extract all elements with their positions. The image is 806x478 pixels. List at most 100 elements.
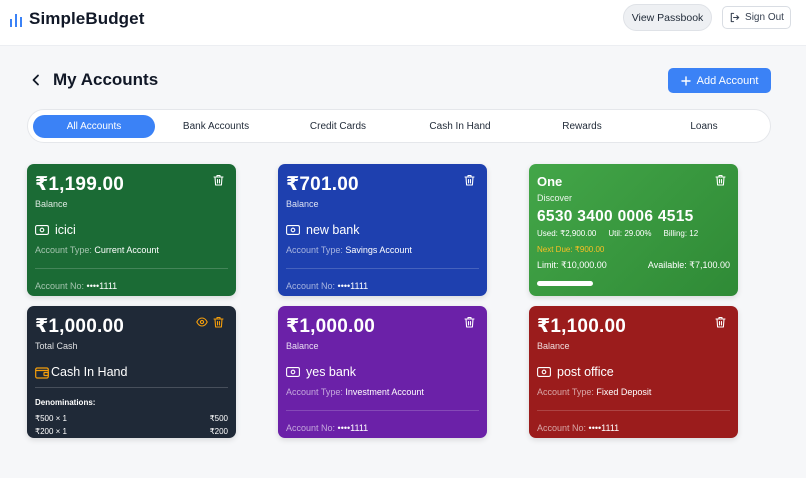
divider <box>286 268 479 269</box>
card-title: One <box>537 174 563 189</box>
account-type-key: Account Type: <box>286 387 343 397</box>
account-name: post office <box>557 365 614 379</box>
add-account-label: Add Account <box>696 74 759 87</box>
account-type-key: Account Type: <box>35 245 92 255</box>
account-type: Account Type: Current Account <box>35 245 159 255</box>
utilization-bar <box>537 281 593 286</box>
account-no-value: ••••1111 <box>337 281 369 291</box>
card-meta: Used: ₹2,900.00 Util: 29.00% Billing: 12 <box>537 229 698 238</box>
banknote-icon <box>286 367 300 377</box>
used-amount: Used: ₹2,900.00 <box>537 229 597 238</box>
account-no-value: ••••1111 <box>588 423 620 433</box>
tab-cash-in-hand[interactable]: Cash In Hand <box>399 115 521 138</box>
account-card-icici[interactable]: ₹1,199.00 Balance icici Account Type: Cu… <box>27 164 236 296</box>
account-balance: ₹1,199.00 <box>35 174 124 195</box>
banknote-icon <box>537 367 551 377</box>
account-no-key: Account No: <box>35 281 85 291</box>
account-balance: ₹1,000.00 <box>286 316 375 337</box>
chevron-left-icon[interactable] <box>28 72 44 88</box>
account-type-key: Account Type: <box>286 245 343 255</box>
account-no-value: ••••1111 <box>337 423 369 433</box>
account-name-row: new bank <box>286 223 360 237</box>
tab-credit-cards[interactable]: Credit Cards <box>277 115 399 138</box>
account-number: Account No: ••••1111 <box>286 423 368 433</box>
account-no-key: Account No: <box>537 423 587 433</box>
trash-icon[interactable] <box>213 174 224 186</box>
denomination-total: ₹200 <box>209 427 228 436</box>
tab-loans[interactable]: Loans <box>643 115 765 138</box>
banknote-icon <box>35 225 49 235</box>
account-type-value: Fixed Deposit <box>596 387 652 397</box>
page-title: My Accounts <box>53 70 159 89</box>
account-name-row: icici <box>35 223 76 237</box>
sign-out-label: Sign Out <box>745 12 784 23</box>
account-balance: ₹1,100.00 <box>537 316 626 337</box>
denominations-title: Denominations: <box>35 398 96 407</box>
balance-label: Balance <box>537 341 570 351</box>
cash-name-row: Cash In Hand <box>35 365 127 379</box>
cash-balance: ₹1,000.00 <box>35 316 124 337</box>
trash-icon[interactable] <box>715 316 726 328</box>
account-type-value: Investment Account <box>345 387 424 397</box>
account-name-row: post office <box>537 365 614 379</box>
divider <box>35 387 228 388</box>
account-type-value: Current Account <box>94 245 159 255</box>
add-account-button[interactable]: Add Account <box>668 68 771 93</box>
cash-in-hand-card[interactable]: ₹1,000.00 Total Cash Cash In Hand Denomi… <box>27 306 236 438</box>
top-navigation-bar: SimpleBudget View Passbook Sign Out <box>0 0 806 46</box>
account-no-value: ••••1111 <box>86 281 118 291</box>
credit-card-one[interactable]: One Discover 6530 3400 0006 4515 Used: ₹… <box>529 164 738 296</box>
total-cash-label: Total Cash <box>35 341 78 351</box>
billing-day: Billing: 12 <box>663 229 699 238</box>
app-logo[interactable]: SimpleBudget <box>9 9 145 29</box>
account-balance: ₹701.00 <box>286 174 359 195</box>
sign-out-button[interactable]: Sign Out <box>722 6 791 29</box>
view-passbook-button[interactable]: View Passbook <box>623 4 712 31</box>
denomination-row: ₹200 × 1 ₹200 <box>35 427 228 436</box>
account-name: icici <box>55 223 76 237</box>
account-card-yes-bank[interactable]: ₹1,000.00 Balance yes bank Account Type:… <box>278 306 487 438</box>
tab-all-accounts[interactable]: All Accounts <box>33 115 155 138</box>
utilization: Util: 29.00% <box>608 229 652 238</box>
account-type: Account Type: Fixed Deposit <box>537 387 651 397</box>
bar-chart-icon <box>10 14 22 27</box>
denomination-label: ₹500 × 1 <box>35 414 68 423</box>
account-number: Account No: ••••1111 <box>286 281 368 291</box>
balance-label: Balance <box>286 341 319 351</box>
account-type-value: Savings Account <box>345 245 412 255</box>
wallet-icon <box>35 366 49 379</box>
eye-icon[interactable] <box>196 317 208 327</box>
log-out-icon <box>730 12 740 23</box>
banknote-icon <box>286 225 300 235</box>
available-credit: Available: ₹7,100.00 <box>647 260 730 270</box>
denomination-label: ₹200 × 1 <box>35 427 68 436</box>
divider <box>35 268 228 269</box>
plus-icon <box>680 75 691 86</box>
trash-icon[interactable] <box>464 174 475 186</box>
balance-label: Balance <box>286 199 319 209</box>
account-no-key: Account No: <box>286 281 336 291</box>
account-card-new-bank[interactable]: ₹701.00 Balance new bank Account Type: S… <box>278 164 487 296</box>
next-due: Next Due: ₹900.00 <box>537 245 605 254</box>
trash-icon[interactable] <box>464 316 475 328</box>
account-number: Account No: ••••1111 <box>537 423 619 433</box>
tab-bank-accounts[interactable]: Bank Accounts <box>155 115 277 138</box>
card-issuer: Discover <box>537 193 573 203</box>
account-card-post-office[interactable]: ₹1,100.00 Balance post office Account Ty… <box>529 306 738 438</box>
account-name-row: yes bank <box>286 365 356 379</box>
divider <box>537 410 730 411</box>
denomination-total: ₹500 <box>209 414 228 423</box>
trash-icon[interactable] <box>213 316 224 328</box>
trash-icon[interactable] <box>715 174 726 186</box>
account-number: Account No: ••••1111 <box>35 281 117 291</box>
tab-rewards[interactable]: Rewards <box>521 115 643 138</box>
card-number: 6530 3400 0006 4515 <box>537 208 694 225</box>
credit-limit: Limit: ₹10,000.00 <box>537 260 607 270</box>
account-filter-tabs: All Accounts Bank Accounts Credit Cards … <box>27 109 771 143</box>
divider <box>286 410 479 411</box>
account-no-key: Account No: <box>286 423 336 433</box>
app-name: SimpleBudget <box>29 9 145 28</box>
account-name: new bank <box>306 223 360 237</box>
account-type-key: Account Type: <box>537 387 594 397</box>
account-type: Account Type: Investment Account <box>286 387 424 397</box>
